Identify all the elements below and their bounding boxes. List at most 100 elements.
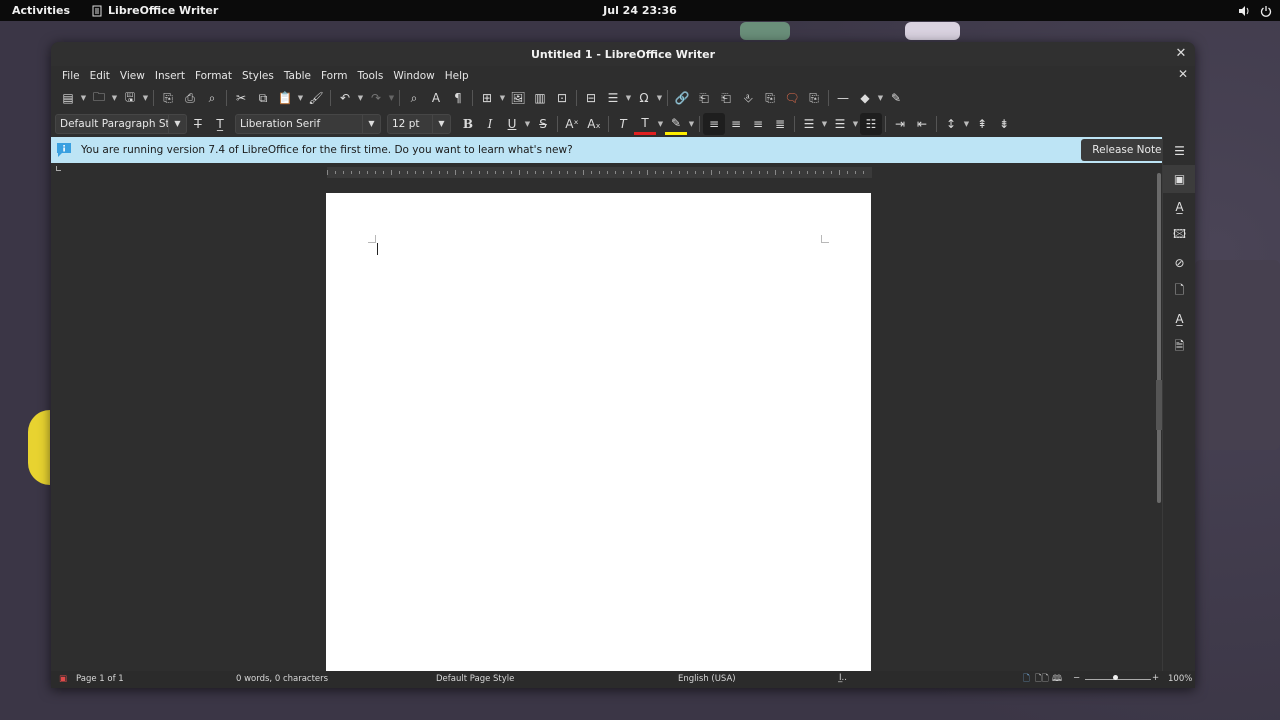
paragraph-style-combo[interactable]: Default Paragraph Style ▼ [55,114,187,134]
export-pdf-icon[interactable]: ⎘ [157,87,179,109]
numbered-dropdown-icon[interactable]: ▼ [851,113,860,135]
zoom-out-icon[interactable]: − [1073,673,1080,683]
menu-edit[interactable]: Edit [85,70,115,82]
font-color-icon[interactable]: T [634,113,656,135]
undo-icon[interactable]: ↶ [334,87,356,109]
paste-dropdown-icon[interactable]: ▼ [296,87,305,109]
endnote-icon[interactable]: ⎗ [715,87,737,109]
menu-table[interactable]: Table [279,70,316,82]
sidebar-menu-icon[interactable]: ☰ [1163,137,1195,165]
align-left-icon[interactable]: ≡ [703,113,725,135]
font-size-combo[interactable]: 12 pt ▼ [387,114,451,134]
new-style-icon[interactable]: T̲ [209,113,231,135]
app-menu[interactable]: LibreOffice Writer [82,4,218,17]
power-icon[interactable] [1260,5,1272,17]
multi-page-view-icon[interactable]: 🗋🗋 [1035,673,1049,687]
increase-indent-icon[interactable]: ⇥ [889,113,911,135]
window-close-icon[interactable]: ✕ [1173,46,1189,62]
bookmark-icon[interactable]: ⎀ [737,87,759,109]
book-view-icon[interactable]: 🕮 [1052,673,1062,687]
document-close-icon[interactable]: ✕ [1178,67,1188,81]
footnote-icon[interactable]: ⎗ [693,87,715,109]
styles-icon[interactable]: A̲ [1163,193,1195,221]
superscript-icon[interactable]: Aˣ [561,113,583,135]
increase-paragraph-spacing-icon[interactable]: ⇞ [971,113,993,135]
insert-image-icon[interactable]: 🖼 [507,87,529,109]
menu-tools[interactable]: Tools [352,70,388,82]
subscript-icon[interactable]: Aₓ [583,113,605,135]
new-dropdown-icon[interactable]: ▼ [79,87,88,109]
field-dropdown-icon[interactable]: ▼ [624,87,633,109]
zoom-in-icon[interactable]: + [1152,673,1159,683]
insert-field-icon[interactable]: ☰ [602,87,624,109]
bullet-dropdown-icon[interactable]: ▼ [820,113,829,135]
underline-dropdown-icon[interactable]: ▼ [523,113,532,135]
clock[interactable]: Jul 24 23:36 [603,4,677,17]
open-dropdown-icon[interactable]: ▼ [110,87,119,109]
window-titlebar[interactable]: Untitled 1 - LibreOffice Writer ✕ [51,42,1195,66]
decrease-indent-icon[interactable]: ⇤ [911,113,933,135]
special-char-dropdown-icon[interactable]: ▼ [655,87,664,109]
new-document-icon[interactable]: ▤ [57,87,79,109]
volume-icon[interactable] [1238,5,1250,17]
find-replace-icon[interactable]: ⌕ [403,87,425,109]
outline-list-icon[interactable]: ☷ [860,113,882,135]
redo-icon[interactable]: ↷ [365,87,387,109]
menu-help[interactable]: Help [440,70,474,82]
redo-dropdown-icon[interactable]: ▼ [387,87,396,109]
save-dropdown-icon[interactable]: ▼ [141,87,150,109]
tab-stop-type-icon[interactable] [56,166,61,171]
insert-page-break-icon[interactable]: ⊟ [580,87,602,109]
bold-icon[interactable]: B [457,113,479,135]
zoom-level[interactable]: 100% [1168,674,1192,684]
formatting-marks-icon[interactable]: ¶ [447,87,469,109]
special-character-icon[interactable]: Ω [633,87,655,109]
chevron-down-icon[interactable]: ▼ [432,115,450,133]
clone-formatting-icon[interactable]: 🖌 [305,87,327,109]
menu-file[interactable]: File [57,70,85,82]
language[interactable]: English (USA) [678,674,736,684]
insert-mode-icon[interactable]: I̲.. [839,673,847,683]
table-dropdown-icon[interactable]: ▼ [498,87,507,109]
insert-table-icon[interactable]: ⊞ [476,87,498,109]
italic-icon[interactable]: I [479,113,501,135]
open-folder-icon[interactable]: 🗀 [88,87,110,109]
menu-view[interactable]: View [115,70,150,82]
save-icon[interactable]: 🖫 [119,87,141,109]
track-changes-icon[interactable]: ⎘ [803,87,825,109]
style-inspector-icon[interactable]: A̲ [1163,305,1195,333]
properties-icon[interactable]: ▣ [1163,165,1195,193]
cross-reference-icon[interactable]: ⎘ [759,87,781,109]
manage-changes-icon[interactable]: 🗎 [1163,333,1195,361]
font-name-combo[interactable]: Liberation Serif ▼ [235,114,381,134]
print-icon[interactable]: ⎙ [179,87,201,109]
chevron-down-icon[interactable]: ▼ [168,115,186,133]
highlight-dropdown-icon[interactable]: ▼ [687,113,696,135]
document-modified-icon[interactable]: ▣ [59,674,67,684]
page-icon[interactable]: 🗋 [1163,277,1195,305]
shapes-dropdown-icon[interactable]: ▼ [876,87,885,109]
cut-icon[interactable]: ✂ [230,87,252,109]
menu-styles[interactable]: Styles [237,70,279,82]
menu-form[interactable]: Form [316,70,352,82]
system-tray[interactable] [1238,5,1272,17]
comment-icon[interactable]: 🗨 [781,87,803,109]
page-count[interactable]: Page 1 of 1 [76,674,124,684]
scrollbar-thumb[interactable] [1157,173,1161,503]
numbered-list-icon[interactable]: ☰ [829,113,851,135]
menu-window[interactable]: Window [388,70,439,82]
navigator-icon[interactable]: ⊘ [1163,249,1195,277]
justify-icon[interactable]: ≣ [769,113,791,135]
zoom-slider-track[interactable] [1085,679,1151,680]
horizontal-ruler[interactable] [327,167,872,178]
zoom-slider-handle[interactable] [1113,675,1118,680]
undo-dropdown-icon[interactable]: ▼ [356,87,365,109]
copy-icon[interactable]: ⧉ [252,87,274,109]
print-preview-icon[interactable]: ⌕ [201,87,223,109]
insert-textbox-icon[interactable]: ⊡ [551,87,573,109]
single-page-view-icon[interactable]: 🗋 [1023,673,1030,687]
strikethrough-icon[interactable]: S [532,113,554,135]
sidebar-splitter[interactable] [1156,380,1162,430]
insert-line-icon[interactable]: — [832,87,854,109]
align-center-icon[interactable]: ≡ [725,113,747,135]
